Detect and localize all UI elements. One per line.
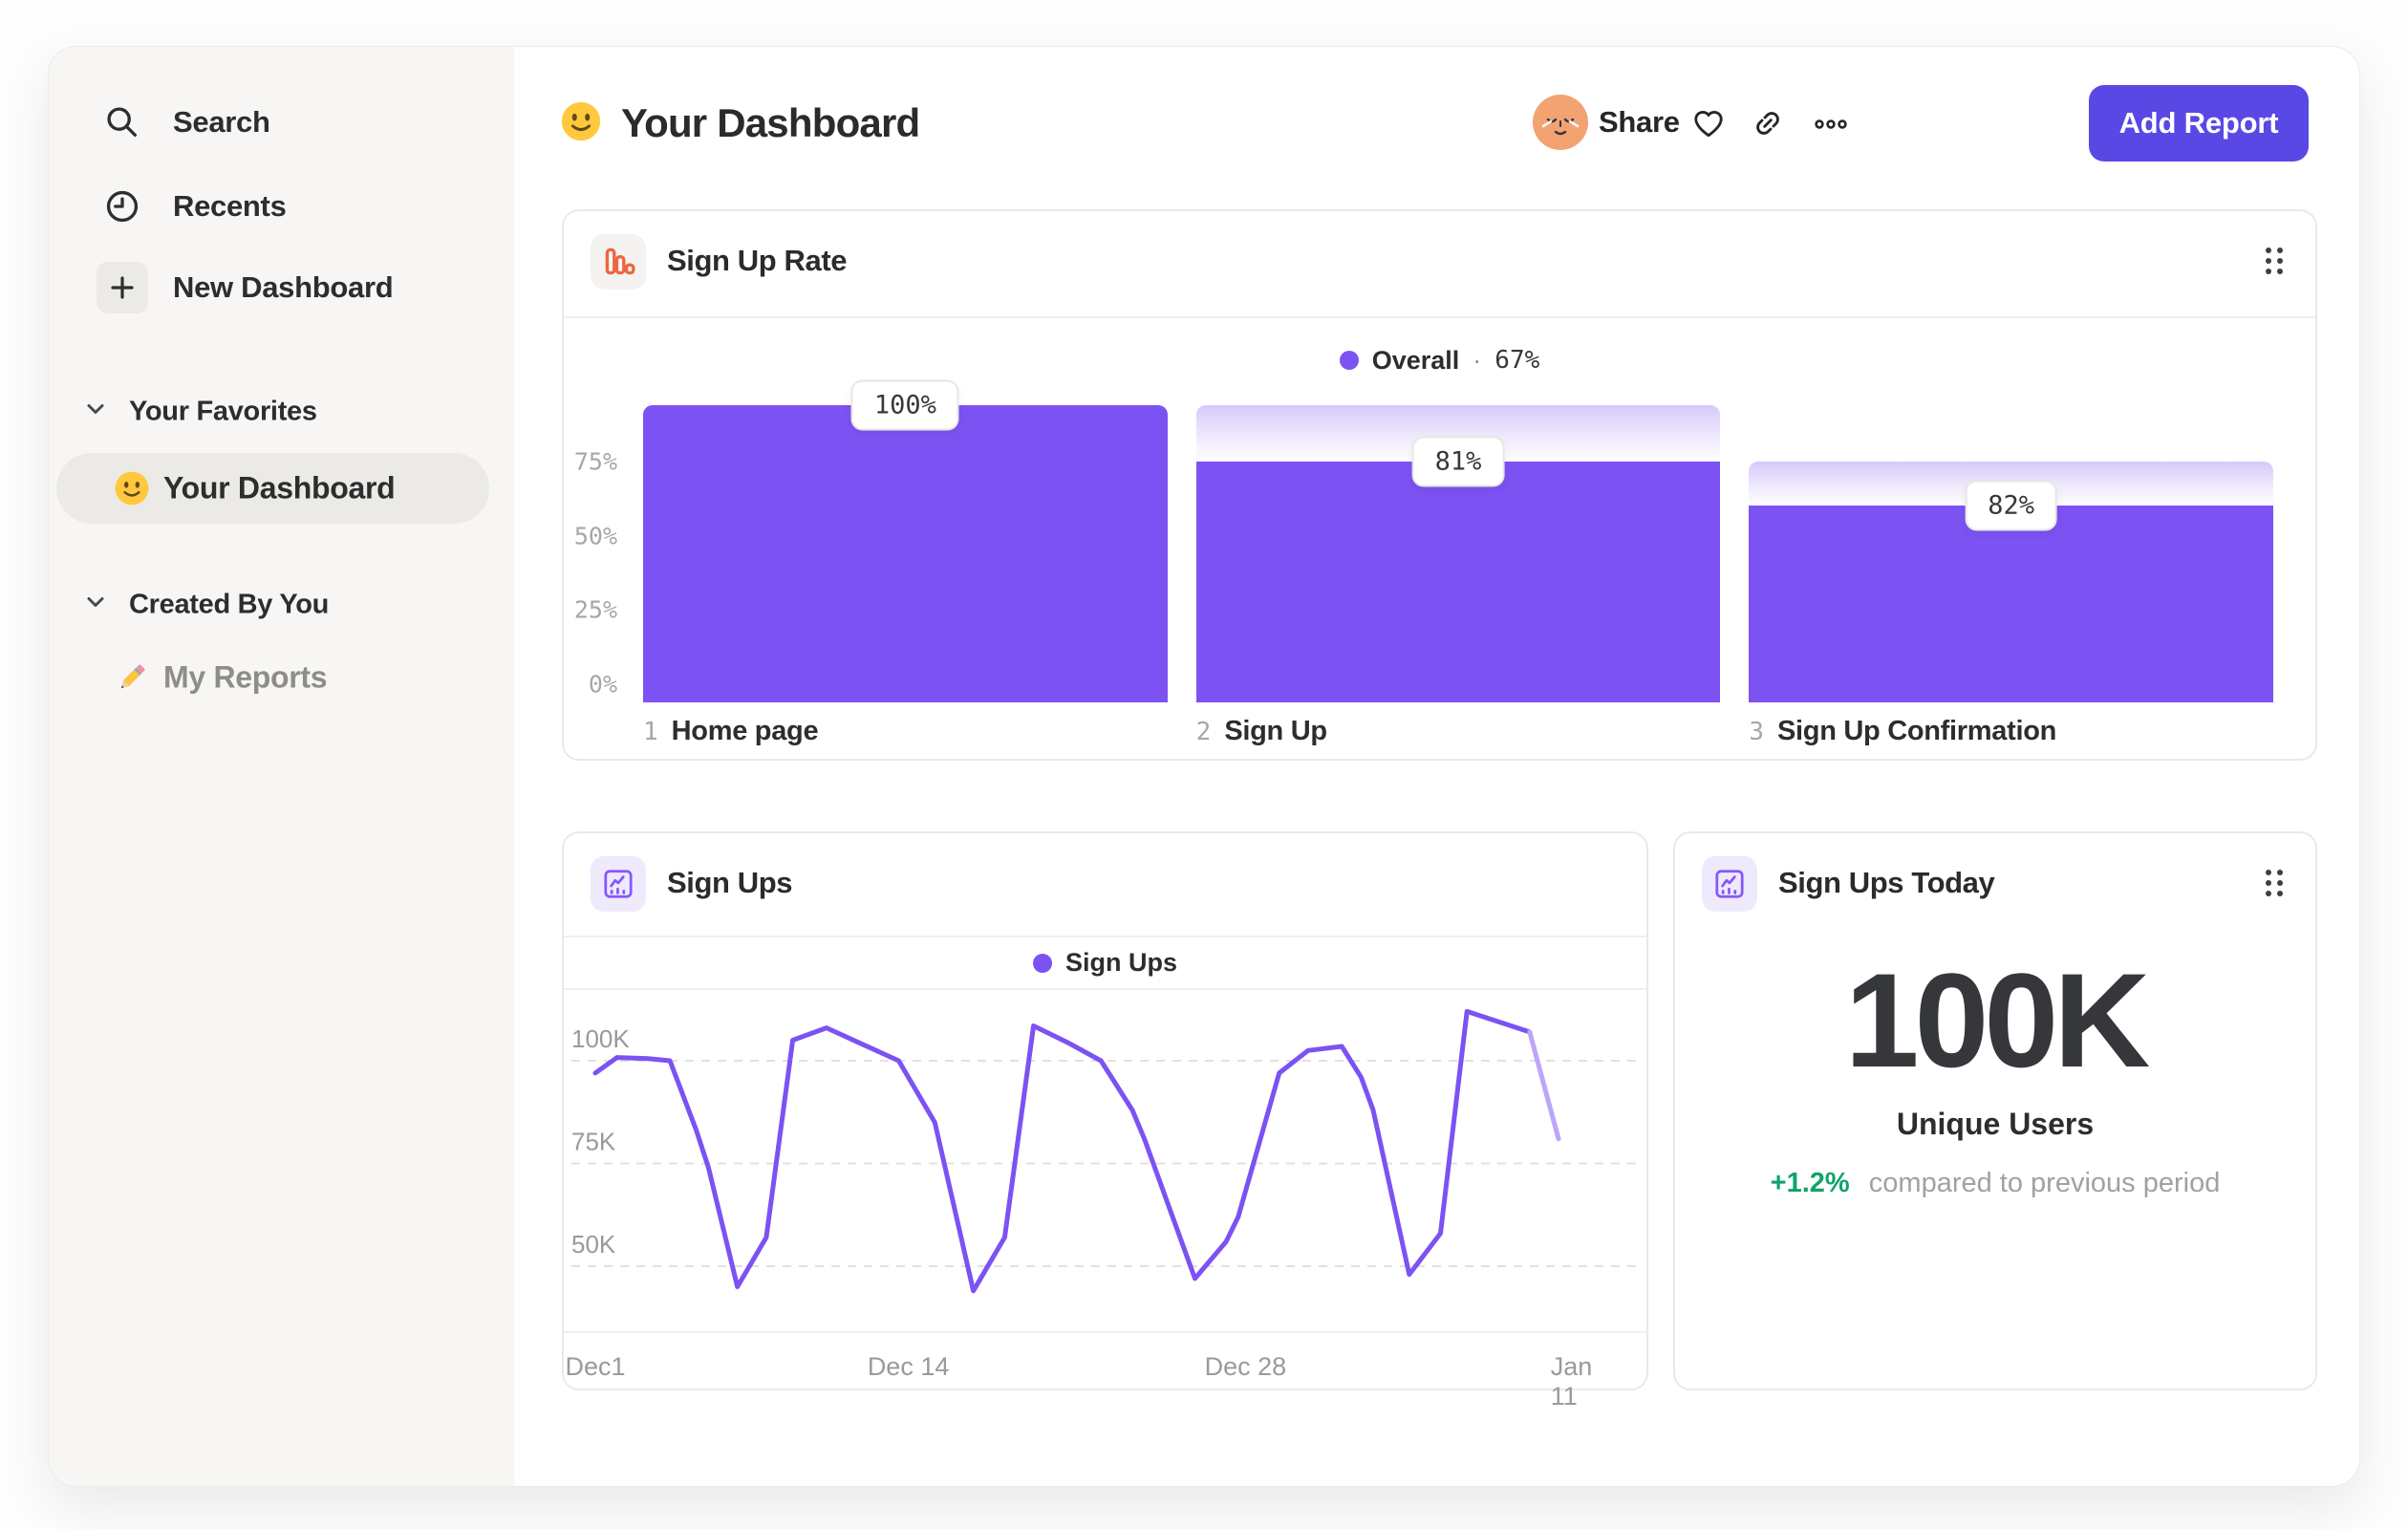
- step-label: 3 Sign Up Confirmation: [1749, 716, 2057, 746]
- card-header: Sign Ups Today: [1675, 833, 2315, 940]
- funnel-bar-home-page[interactable]: 100%: [643, 379, 1168, 702]
- sidebar: Search Recents New Dashboard Your Favori…: [49, 47, 514, 1486]
- conversion-badge: 100%: [850, 379, 959, 431]
- x-axis-label: Dec 28: [1204, 1352, 1287, 1381]
- sidebar-item-search[interactable]: Search: [49, 91, 514, 154]
- funnel-step-labels: 1 Home page 2 Sign Up 3 Sign Up Confirma…: [643, 716, 2273, 747]
- line-chart: 100K 75K 50K: [571, 1008, 1639, 1294]
- y-axis-label: 25%: [573, 595, 617, 624]
- sidebar-item-label: Search: [173, 105, 270, 139]
- avatar[interactable]: [1533, 95, 1588, 150]
- line-chart-icon: [591, 856, 646, 912]
- legend-value: 67%: [1494, 346, 1540, 375]
- y-axis-label: 75K: [571, 1128, 616, 1156]
- sidebar-item-label: My Reports: [163, 659, 328, 695]
- sidebar-item-recents[interactable]: Recents: [49, 175, 514, 238]
- card-title: Sign Up Rate: [667, 244, 848, 277]
- sidebar-item-label: Your Dashboard: [163, 470, 396, 506]
- x-axis-label: Dec 14: [867, 1352, 950, 1381]
- sidebar-item-label: Recents: [173, 189, 287, 223]
- card-title: Sign Ups Today: [1778, 866, 1995, 899]
- copy-link-icon[interactable]: [1750, 105, 1784, 140]
- y-axis-label: 100K: [571, 1024, 630, 1053]
- funnel-chart: 100% 81% 82%: [643, 379, 2274, 702]
- sidebar-item-your-dashboard[interactable]: Your Dashboard: [56, 453, 489, 524]
- legend-label: Overall: [1371, 345, 1460, 375]
- y-axis-label: 0%: [588, 670, 617, 699]
- sign-ups-today-card: Sign Ups Today 100K Unique Users +1.2% c…: [1673, 831, 2317, 1390]
- funnel-bar-sign-up-confirmation[interactable]: 82%: [1749, 405, 2274, 702]
- chevron-down-icon: [85, 402, 106, 422]
- x-axis: Dec1 Dec 14 Dec 28 Jan 11: [564, 1331, 1646, 1411]
- y-axis-label: 50%: [573, 522, 617, 550]
- sign-ups-card: Sign Ups Sign Ups 100K 75K 50K Dec1 Dec 14 D…: [562, 831, 1648, 1411]
- x-axis-label: Jan 11: [1550, 1352, 1593, 1411]
- section-title: Your Favorites: [129, 396, 317, 427]
- sidebar-section-created-by-you[interactable]: Created By You: [49, 578, 514, 632]
- sidebar-section-your-favorites[interactable]: Your Favorites: [49, 385, 514, 439]
- legend-label: Sign Ups: [1064, 948, 1177, 977]
- page-title-text: Your Dashboard: [621, 100, 920, 145]
- smiley-emoji-icon: [560, 100, 602, 147]
- conversion-badge: 81%: [1411, 436, 1505, 487]
- legend-dot: [1032, 953, 1052, 973]
- more-options-icon[interactable]: [1812, 105, 1847, 140]
- step-label: 2 Sign Up: [1195, 716, 1327, 746]
- step-label: 1 Home page: [643, 716, 819, 746]
- share-button[interactable]: Share: [1599, 105, 1680, 140]
- funnel-bar-fill: [1195, 462, 1721, 702]
- line-legend: Sign Ups: [564, 937, 1646, 990]
- legend-separator: ·: [1473, 345, 1482, 375]
- signups-series-incomplete-tail[interactable]: [1527, 1029, 1561, 1142]
- x-axis-label: Dec1: [565, 1352, 626, 1381]
- bar-chart-icon: [591, 234, 646, 290]
- card-header: Sign Up Rate: [564, 211, 2315, 318]
- delta-row: +1.2% compared to previous period: [1675, 1164, 2315, 1202]
- funnel-bar-sign-up[interactable]: 81%: [1195, 405, 1721, 702]
- delta-description: compared to previous period: [1868, 1168, 2221, 1198]
- line-chart-icon: [1702, 856, 1757, 912]
- screen: Search Recents New Dashboard Your Favori…: [0, 0, 2408, 1529]
- sidebar-item-label: New Dashboard: [173, 270, 394, 304]
- funnel-bar-fill: [643, 405, 1168, 702]
- drag-handle-icon[interactable]: [2262, 244, 2287, 283]
- big-number-label: Unique Users: [1896, 1107, 2095, 1141]
- favorite-heart-icon[interactable]: [1690, 105, 1725, 140]
- section-title: Created By You: [129, 589, 330, 620]
- sidebar-item-my-reports[interactable]: My Reports: [56, 642, 489, 713]
- drag-handle-icon[interactable]: [2262, 866, 2287, 905]
- delta-value: +1.2%: [1770, 1168, 1850, 1198]
- sidebar-item-new-dashboard[interactable]: New Dashboard: [49, 256, 514, 319]
- funnel-bar-fill: [1749, 505, 2274, 702]
- card-title: Sign Ups: [667, 866, 793, 899]
- add-report-button[interactable]: Add Report: [2089, 85, 2309, 162]
- card-header: Sign Ups: [564, 833, 1646, 937]
- search-icon: [97, 97, 148, 148]
- big-number-value: 100K: [1844, 945, 2151, 1095]
- signups-series-line[interactable]: [592, 1008, 1533, 1294]
- funnel-legend: Overall · 67%: [564, 318, 2315, 402]
- pencil-emoji-icon: [114, 659, 150, 696]
- app-window: Search Recents New Dashboard Your Favori…: [48, 46, 2360, 1487]
- y-axis-label: 50K: [571, 1230, 616, 1259]
- sign-up-rate-card: Sign Up Rate Overall · 67% 75% 50% 25% 0…: [562, 209, 2317, 761]
- chevron-down-icon: [85, 595, 106, 615]
- plus-icon: [97, 262, 148, 313]
- conversion-badge: 82%: [1965, 480, 2058, 530]
- page-title: Your Dashboard: [560, 97, 920, 150]
- legend-dot: [1339, 351, 1359, 370]
- y-axis-label: 75%: [573, 447, 617, 476]
- clock-icon: [97, 181, 148, 232]
- smiley-emoji-icon: [114, 470, 150, 506]
